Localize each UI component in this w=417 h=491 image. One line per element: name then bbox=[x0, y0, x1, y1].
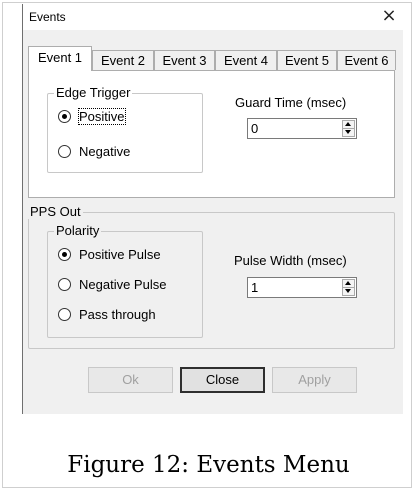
window-title: Events bbox=[29, 10, 66, 24]
radio-checked-icon[interactable] bbox=[58, 110, 71, 124]
tab-event-3[interactable]: Event 3 bbox=[154, 50, 215, 70]
figure-caption: Figure 12: Events Menu bbox=[67, 452, 350, 478]
edge-trigger-group: Edge Trigger Positive Negative bbox=[47, 86, 203, 173]
radio-unchecked-icon[interactable] bbox=[58, 145, 71, 159]
guard-time-spinner[interactable]: 0 bbox=[247, 118, 357, 139]
pps-out-title: PPS Out bbox=[28, 204, 83, 219]
pulse-width-label: Pulse Width (msec) bbox=[234, 253, 347, 268]
arrow-down-icon bbox=[345, 289, 351, 293]
radio-label: Pass through bbox=[79, 307, 156, 322]
tab-event-2[interactable]: Event 2 bbox=[92, 50, 154, 70]
spin-buttons bbox=[342, 279, 355, 296]
arrow-up-icon bbox=[345, 281, 351, 285]
radio-checked-icon[interactable] bbox=[58, 248, 71, 262]
spin-down-button[interactable] bbox=[343, 288, 354, 295]
close-button[interactable]: Close bbox=[180, 367, 265, 393]
dialog-client-area: Event 1 Event 2 Event 3 Event 4 Event 5 … bbox=[23, 30, 403, 414]
tab-event-4[interactable]: Event 4 bbox=[215, 50, 277, 70]
polarity-title: Polarity bbox=[54, 223, 102, 238]
spin-up-button[interactable] bbox=[343, 121, 354, 129]
radio-negative[interactable]: Negative bbox=[58, 143, 130, 161]
pulse-width-value[interactable]: 1 bbox=[251, 280, 258, 295]
radio-pass-through[interactable]: Pass through bbox=[58, 306, 156, 324]
tab-panel: Edge Trigger Positive Negative Guard Tim… bbox=[28, 70, 395, 198]
title-bar: Events × bbox=[23, 4, 408, 30]
tab-event-1[interactable]: Event 1 bbox=[28, 46, 92, 71]
edge-trigger-title: Edge Trigger bbox=[54, 85, 133, 100]
radio-positive[interactable]: Positive bbox=[58, 108, 126, 126]
radio-unchecked-icon[interactable] bbox=[58, 308, 71, 322]
radio-label: Positive bbox=[78, 108, 126, 125]
guard-time-value[interactable]: 0 bbox=[251, 121, 258, 136]
tab-event-6[interactable]: Event 6 bbox=[337, 50, 396, 70]
radio-unchecked-icon[interactable] bbox=[58, 278, 71, 292]
tab-event-5[interactable]: Event 5 bbox=[277, 50, 337, 70]
close-icon[interactable]: × bbox=[376, 5, 402, 27]
polarity-group: Polarity Positive Pulse Negative Pulse P… bbox=[47, 224, 203, 338]
radio-negative-pulse[interactable]: Negative Pulse bbox=[58, 276, 166, 294]
radio-label: Positive Pulse bbox=[79, 247, 161, 262]
pps-out-group: PPS Out Polarity Positive Pulse Negative… bbox=[28, 205, 395, 349]
guard-time-label: Guard Time (msec) bbox=[235, 95, 347, 110]
arrow-down-icon bbox=[345, 130, 351, 134]
radio-positive-pulse[interactable]: Positive Pulse bbox=[58, 246, 161, 264]
radio-label: Negative bbox=[79, 144, 131, 159]
radio-label: Negative Pulse bbox=[79, 277, 167, 292]
spin-buttons bbox=[342, 120, 355, 137]
spin-up-button[interactable] bbox=[343, 280, 354, 288]
pulse-width-spinner[interactable]: 1 bbox=[247, 277, 357, 298]
ok-button[interactable]: Ok bbox=[88, 367, 173, 393]
spin-down-button[interactable] bbox=[343, 129, 354, 136]
arrow-up-icon bbox=[345, 122, 351, 126]
apply-button[interactable]: Apply bbox=[272, 367, 357, 393]
